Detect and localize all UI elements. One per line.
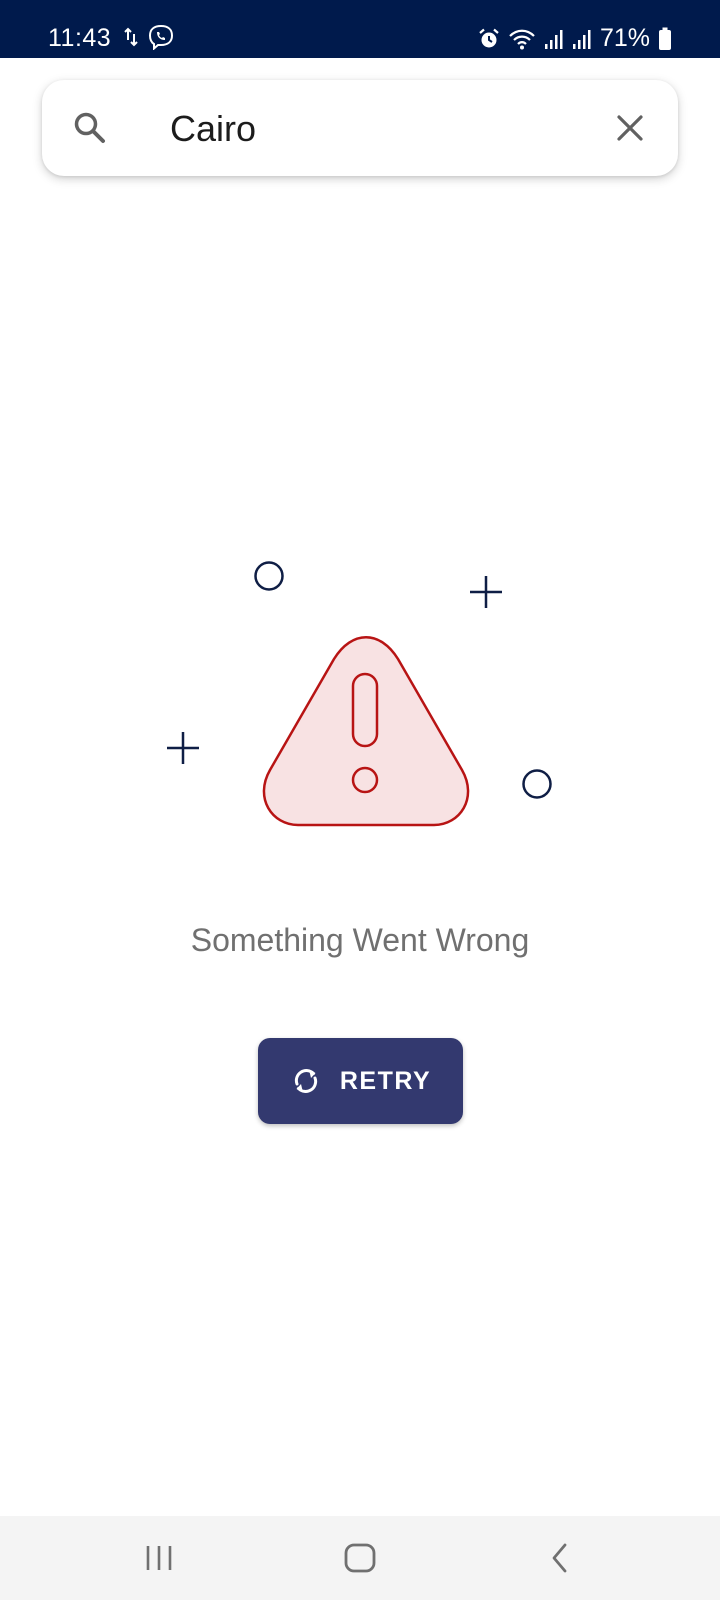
wifi-icon bbox=[508, 28, 536, 50]
status-right: 71% bbox=[478, 24, 672, 53]
decoration-plus-top bbox=[470, 576, 502, 608]
refresh-icon bbox=[290, 1065, 322, 1097]
status-time: 11:43 bbox=[48, 24, 112, 52]
navigation-bar bbox=[0, 1516, 720, 1600]
error-illustration bbox=[160, 548, 560, 838]
decoration-circle-top bbox=[254, 561, 284, 591]
search-icon[interactable] bbox=[72, 110, 108, 151]
alarm-icon bbox=[478, 28, 500, 50]
back-icon[interactable] bbox=[548, 1540, 572, 1581]
error-message: Something Went Wrong bbox=[190, 922, 530, 958]
search-input[interactable] bbox=[168, 102, 592, 156]
retry-button[interactable]: RETRY bbox=[258, 1038, 463, 1124]
status-left-icons bbox=[124, 24, 174, 50]
decoration-circle-right bbox=[522, 769, 552, 799]
battery-icon bbox=[658, 27, 672, 51]
search-bar bbox=[42, 80, 678, 176]
battery-percent: 71% bbox=[599, 24, 650, 52]
close-icon[interactable] bbox=[616, 114, 644, 147]
warning-triangle-icon bbox=[262, 636, 470, 827]
viber-icon bbox=[148, 24, 174, 50]
status-bar: 11:43 71% bbox=[0, 0, 720, 58]
signal-icon bbox=[572, 28, 592, 50]
retry-label: RETRY bbox=[339, 1066, 432, 1095]
home-icon[interactable] bbox=[342, 1540, 378, 1581]
recent-apps-icon[interactable] bbox=[144, 1540, 174, 1581]
decoration-plus-left bbox=[167, 732, 199, 764]
signal-icon bbox=[544, 28, 564, 50]
data-transfer-icon bbox=[124, 26, 138, 48]
